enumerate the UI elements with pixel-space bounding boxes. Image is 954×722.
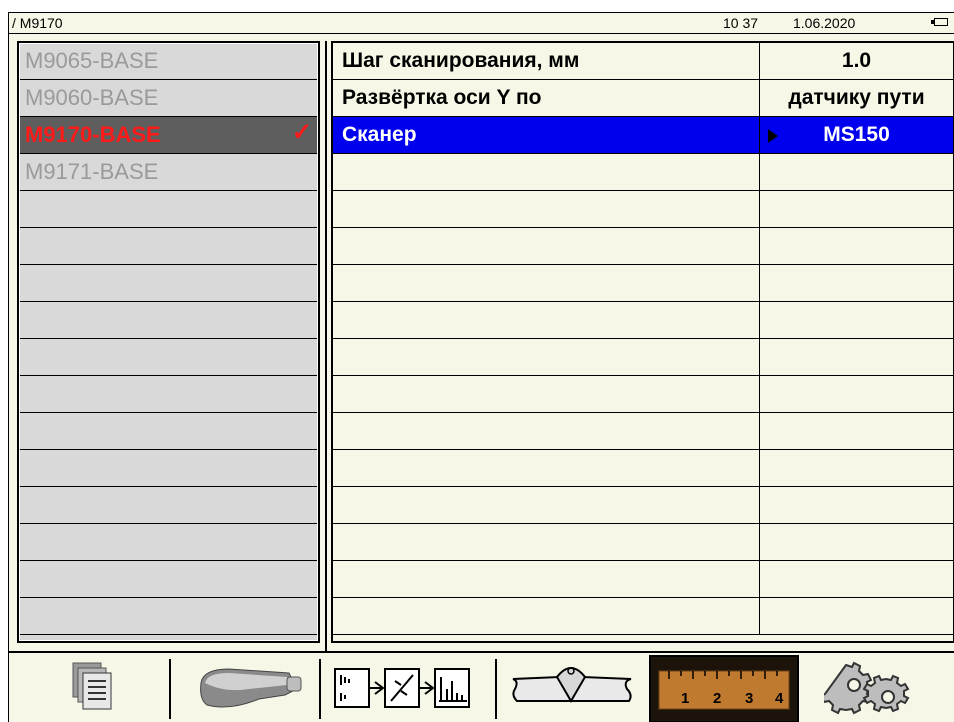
param-row[interactable]: Шаг сканирования, мм 1.0 — [333, 43, 953, 80]
empty-list-row — [19, 302, 318, 339]
empty-list-row — [19, 265, 318, 302]
empty-list-row — [19, 524, 318, 561]
base-item[interactable]: M9060-BASE — [19, 80, 318, 117]
probe-button[interactable] — [189, 655, 309, 722]
empty-param-row — [333, 487, 953, 524]
empty-list-row — [19, 487, 318, 524]
parameters-table: Шаг сканирования, мм 1.0 Развёртка оси Y… — [331, 41, 954, 643]
base-item-label: M9170-BASE — [25, 122, 161, 147]
documents-button[interactable] — [49, 655, 139, 722]
param-name: Развёртка оси Y по — [333, 80, 760, 116]
panel-divider — [325, 41, 327, 661]
ruler-number: 2 — [713, 690, 721, 707]
toolbar-separator — [495, 659, 497, 719]
empty-list-row — [19, 598, 318, 635]
clock-time: 10 37 — [723, 15, 759, 31]
param-name: Сканер — [333, 117, 760, 153]
base-item[interactable]: M9065-BASE — [19, 43, 318, 80]
base-list: M9065-BASE M9060-BASE M9170-BASE ✓ M9171-… — [17, 41, 320, 643]
base-item[interactable]: M9171-BASE — [19, 154, 318, 191]
toolbar-separator — [169, 659, 171, 719]
empty-param-row — [333, 524, 953, 561]
settings-gears-icon — [819, 661, 910, 715]
weld-joint-icon — [512, 667, 632, 703]
probe-icon — [200, 668, 302, 708]
bottom-toolbar: 1 2 3 4 — [9, 651, 954, 722]
ruler-number: 1 — [681, 690, 689, 707]
signal-processing-icon — [334, 668, 470, 708]
base-item-label: M9171-BASE — [25, 159, 159, 184]
param-row[interactable]: Развёртка оси Y по датчику пути — [333, 80, 953, 117]
empty-param-row — [333, 561, 953, 598]
param-value[interactable]: MS150 — [760, 117, 953, 153]
documents-icon — [72, 662, 112, 710]
ruler-button[interactable]: 1 2 3 4 — [649, 655, 799, 722]
empty-param-row — [333, 413, 953, 450]
status-bar: / M9170 10 37 1.06.2020 — [9, 13, 954, 34]
empty-param-row — [333, 265, 953, 302]
empty-list-row — [19, 339, 318, 376]
empty-param-row — [333, 598, 953, 635]
empty-param-row — [333, 376, 953, 413]
toolbar-separator — [319, 659, 321, 719]
empty-param-row — [333, 154, 953, 191]
empty-param-row — [333, 302, 953, 339]
signal-processing-button[interactable] — [331, 655, 491, 722]
settings-button[interactable] — [819, 655, 934, 722]
empty-param-row — [333, 228, 953, 265]
ruler-icon: 1 2 3 4 — [658, 670, 790, 710]
ruler-number: 4 — [775, 690, 784, 707]
base-item-label: M9065-BASE — [25, 48, 159, 73]
base-item-selected[interactable]: M9170-BASE ✓ — [19, 117, 318, 154]
checkmark-icon: ✓ — [291, 119, 312, 146]
empty-list-row — [19, 413, 318, 450]
ruler-number: 3 — [745, 690, 753, 707]
battery-icon — [931, 18, 948, 26]
empty-list-row — [19, 228, 318, 265]
param-value: 1.0 — [841, 49, 872, 72]
param-value: датчику пути — [788, 86, 925, 109]
clock-date: 1.06.2020 — [793, 15, 856, 31]
base-item-label: M9060-BASE — [25, 85, 159, 110]
param-name: Шаг сканирования, мм — [333, 43, 760, 79]
param-row-active[interactable]: Сканер MS150 — [333, 117, 953, 154]
empty-param-row — [333, 450, 953, 487]
empty-list-row — [19, 376, 318, 413]
empty-list-row — [19, 191, 318, 228]
empty-param-row — [333, 191, 953, 228]
empty-list-row — [19, 450, 318, 487]
device-screen: / M9170 10 37 1.06.2020 M9065-BASE M9060… — [8, 12, 954, 722]
empty-param-row — [333, 339, 953, 376]
window-title: / M9170 — [12, 15, 63, 31]
empty-list-row — [19, 561, 318, 598]
weld-joint-button[interactable] — [509, 655, 639, 722]
